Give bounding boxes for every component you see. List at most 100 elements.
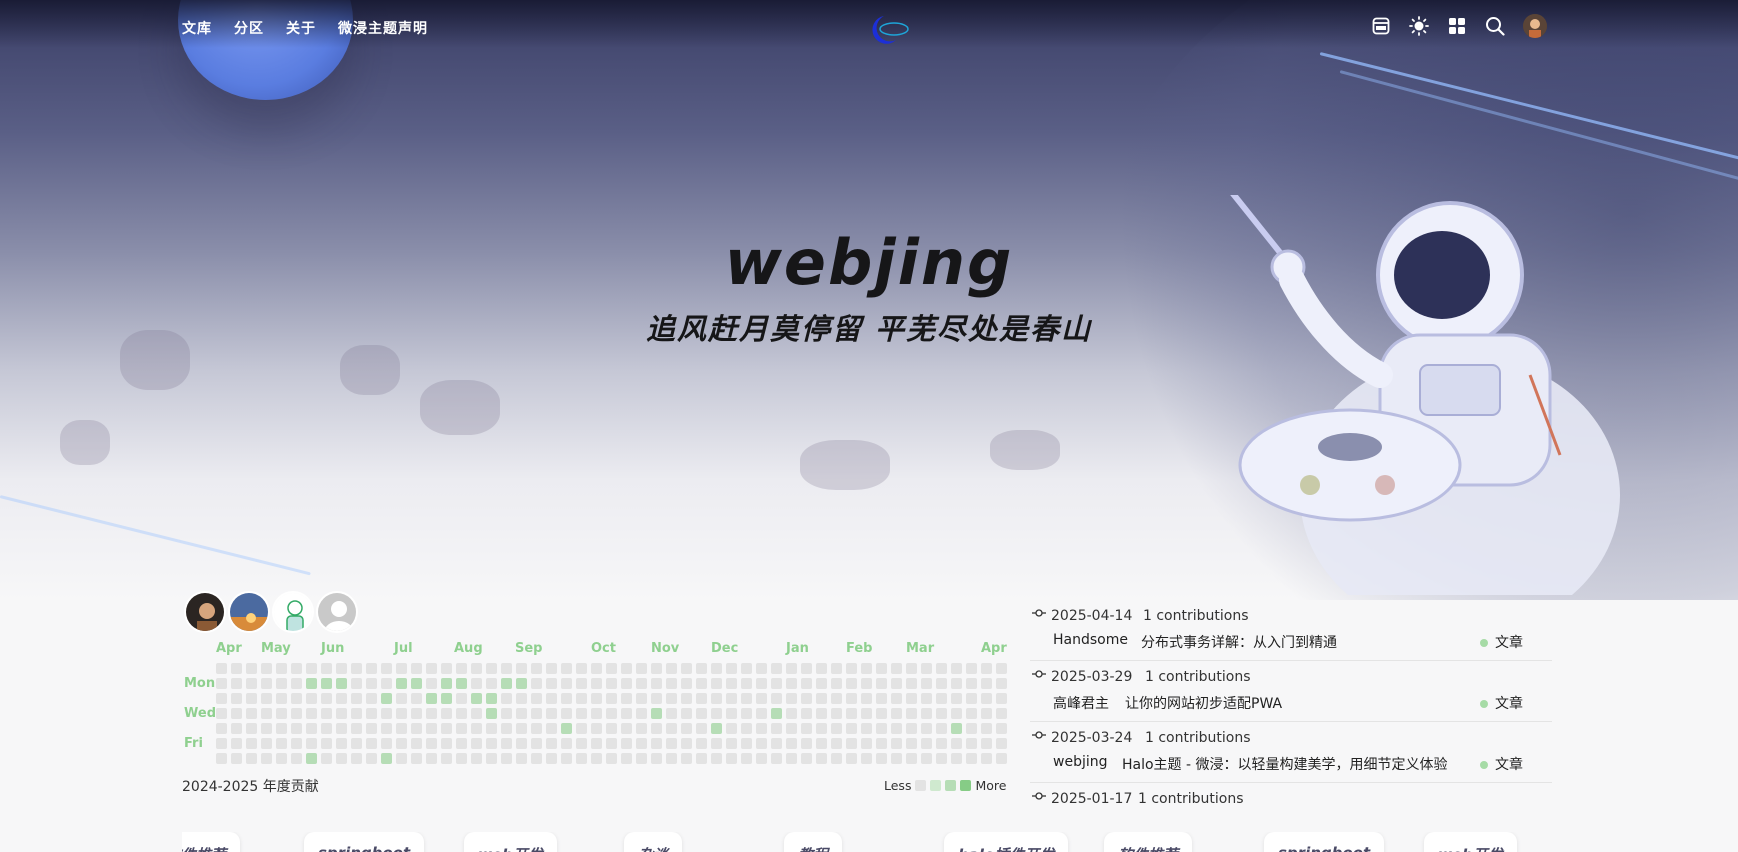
contribution-cell[interactable] [666, 678, 677, 689]
contribution-cell[interactable] [471, 738, 482, 749]
contribution-cell[interactable] [846, 723, 857, 734]
category-tab[interactable]: halo插件开发 [944, 832, 1069, 852]
contribution-cell[interactable] [306, 738, 317, 749]
contribution-cell[interactable] [381, 738, 392, 749]
contribution-cell[interactable] [726, 738, 737, 749]
category-tab[interactable]: springboot [304, 832, 425, 852]
contribution-cell[interactable] [741, 723, 752, 734]
contribution-cell[interactable] [231, 663, 242, 674]
contribution-cell[interactable] [576, 693, 587, 704]
contribution-cell[interactable] [876, 663, 887, 674]
contribution-cell[interactable] [741, 678, 752, 689]
contribution-cell[interactable] [456, 678, 467, 689]
contribution-cell[interactable] [651, 753, 662, 764]
contribution-cell[interactable] [591, 708, 602, 719]
contribution-cell[interactable] [636, 678, 647, 689]
contributor-avatar[interactable] [272, 591, 314, 633]
contribution-cell[interactable] [246, 693, 257, 704]
contribution-cell[interactable] [291, 693, 302, 704]
contribution-cell[interactable] [981, 738, 992, 749]
contribution-cell[interactable] [741, 663, 752, 674]
contribution-cell[interactable] [441, 663, 452, 674]
contribution-cell[interactable] [501, 753, 512, 764]
contribution-cell[interactable] [801, 678, 812, 689]
contribution-cell[interactable] [321, 753, 332, 764]
contribution-cell[interactable] [216, 663, 227, 674]
contribution-cell[interactable] [276, 723, 287, 734]
contribution-cell[interactable] [711, 678, 722, 689]
contribution-cell[interactable] [936, 723, 947, 734]
contribution-cell[interactable] [501, 663, 512, 674]
contribution-cell[interactable] [246, 663, 257, 674]
contribution-cell[interactable] [561, 693, 572, 704]
contribution-cell[interactable] [996, 693, 1007, 704]
contribution-cell[interactable] [441, 708, 452, 719]
contribution-cell[interactable] [891, 738, 902, 749]
contribution-cell[interactable] [486, 678, 497, 689]
contribution-cell[interactable] [306, 663, 317, 674]
contribution-cell[interactable] [951, 753, 962, 764]
contribution-cell[interactable] [876, 678, 887, 689]
contribution-cell[interactable] [921, 738, 932, 749]
nav-theme-statement[interactable]: 微浸主题声明 [338, 18, 428, 38]
contribution-cell[interactable] [621, 663, 632, 674]
contribution-cell[interactable] [546, 738, 557, 749]
contribution-cell[interactable] [351, 678, 362, 689]
contribution-cell[interactable] [921, 693, 932, 704]
contribution-cell[interactable] [921, 678, 932, 689]
contribution-cell[interactable] [411, 663, 422, 674]
contribution-cell[interactable] [651, 693, 662, 704]
contribution-cell[interactable] [831, 693, 842, 704]
contribution-cell[interactable] [936, 738, 947, 749]
contribution-cell[interactable] [321, 693, 332, 704]
contribution-cell[interactable] [531, 678, 542, 689]
entry-title[interactable]: 分布式事务详解：从入门到精通 [1141, 632, 1337, 652]
contribution-cell[interactable] [516, 708, 527, 719]
contribution-cell[interactable] [846, 663, 857, 674]
contribution-cell[interactable] [366, 678, 377, 689]
contribution-cell[interactable] [336, 708, 347, 719]
contribution-cell[interactable] [231, 678, 242, 689]
contribution-cell[interactable] [426, 753, 437, 764]
contribution-cell[interactable] [531, 738, 542, 749]
contribution-cell[interactable] [831, 708, 842, 719]
contribution-cell[interactable] [336, 738, 347, 749]
category-tab[interactable]: web开发 [1424, 832, 1517, 852]
contribution-cell[interactable] [846, 678, 857, 689]
contribution-cell[interactable] [756, 678, 767, 689]
contribution-cell[interactable] [276, 663, 287, 674]
contribution-cell[interactable] [891, 663, 902, 674]
contribution-cell[interactable] [726, 693, 737, 704]
contribution-cell[interactable] [366, 663, 377, 674]
contribution-cell[interactable] [741, 738, 752, 749]
contribution-cell[interactable] [771, 678, 782, 689]
contribution-cell[interactable] [546, 723, 557, 734]
contribution-cell[interactable] [876, 723, 887, 734]
contribution-cell[interactable] [621, 693, 632, 704]
contribution-cell[interactable] [831, 738, 842, 749]
contribution-cell[interactable] [696, 738, 707, 749]
contribution-cell[interactable] [261, 738, 272, 749]
contribution-cell[interactable] [696, 693, 707, 704]
contribution-cell[interactable] [861, 693, 872, 704]
contribution-cell[interactable] [246, 753, 257, 764]
contribution-cell[interactable] [816, 663, 827, 674]
contribution-cell[interactable] [996, 738, 1007, 749]
contribution-cell[interactable] [981, 678, 992, 689]
contribution-cell[interactable] [246, 708, 257, 719]
contribution-cell[interactable] [336, 678, 347, 689]
contribution-cell[interactable] [501, 678, 512, 689]
contribution-cell[interactable] [966, 753, 977, 764]
contribution-cell[interactable] [831, 678, 842, 689]
contribution-cell[interactable] [621, 738, 632, 749]
contribution-cell[interactable] [966, 663, 977, 674]
contribution-cell[interactable] [921, 723, 932, 734]
contribution-cell[interactable] [516, 678, 527, 689]
contribution-cell[interactable] [891, 723, 902, 734]
contribution-cell[interactable] [306, 753, 317, 764]
contribution-cell[interactable] [606, 723, 617, 734]
contribution-cell[interactable] [561, 708, 572, 719]
list-item[interactable]: 2025-03-24 1 contributions webjing Halo主… [1030, 722, 1552, 783]
contribution-cell[interactable] [816, 738, 827, 749]
contribution-cell[interactable] [501, 693, 512, 704]
